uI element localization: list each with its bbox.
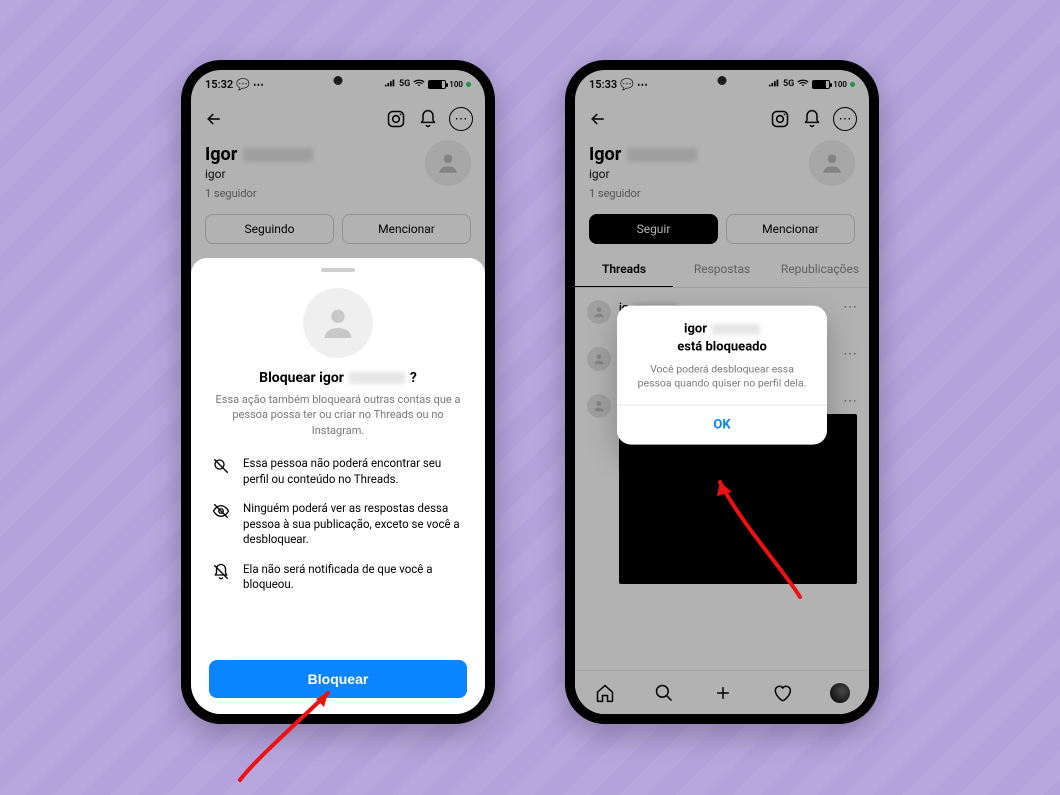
block-bottom-sheet: Bloquear igor ? Essa ação também bloquea… (191, 258, 485, 714)
alert-message: Você poderá desbloquear essa pessoa quan… (617, 357, 827, 405)
blocked-confirmation-dialog: igor está bloqueado Você poderá desbloqu… (617, 306, 827, 445)
sheet-subtitle: Essa ação também bloqueará outras contas… (215, 392, 461, 438)
phone-mock-left: 15:32 💬 ⋯ 5G 100 (181, 60, 495, 724)
sheet-info-item: Essa pessoa não poderá encontrar seu per… (211, 456, 465, 487)
sheet-avatar (303, 288, 373, 358)
sheet-info-item: Ninguém poderá ver as respostas dessa pe… (211, 501, 465, 548)
bell-off-icon (211, 562, 231, 581)
sheet-title: Bloquear igor ? (209, 370, 467, 386)
camera-notch (334, 76, 343, 85)
sheet-grabber[interactable] (321, 268, 355, 272)
alert-title: igor está bloqueado (617, 306, 827, 357)
sheet-info-item: Ela não será notificada de que você a bl… (211, 562, 465, 593)
blurred-name (349, 372, 405, 384)
blurred-name (712, 324, 760, 335)
camera-notch (718, 76, 727, 85)
search-off-icon (211, 456, 231, 475)
phone-mock-right: 15:33 💬 ⋯ 5G 100 (565, 60, 879, 724)
block-button[interactable]: Bloquear (209, 660, 467, 698)
eye-off-icon (211, 501, 231, 520)
alert-ok-button[interactable]: OK (617, 405, 827, 445)
